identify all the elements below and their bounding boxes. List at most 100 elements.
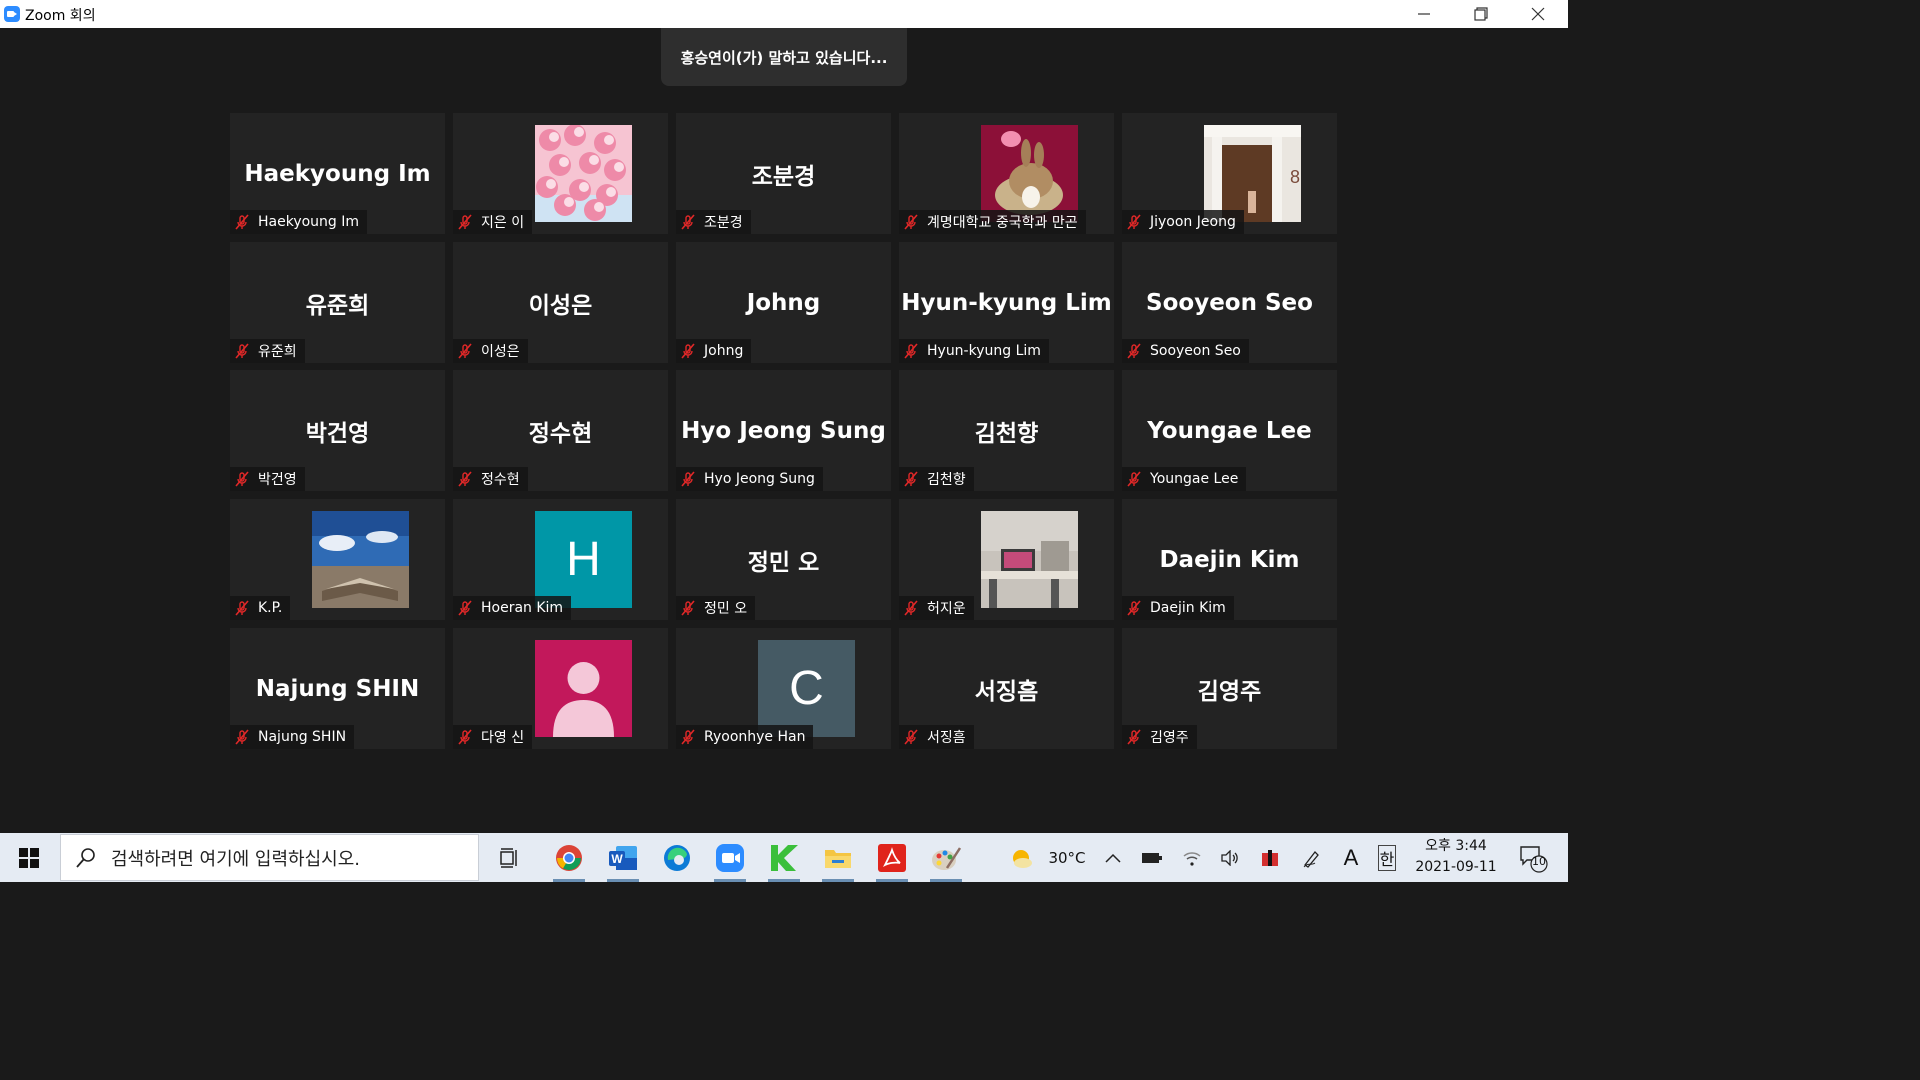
muted-mic-icon bbox=[235, 729, 249, 745]
participant-name-label: 다영 신 bbox=[453, 725, 533, 749]
participant-tile[interactable]: 김천향 김천향 bbox=[899, 370, 1114, 491]
muted-mic-icon bbox=[235, 600, 249, 616]
participant-name-label: K.P. bbox=[230, 596, 291, 620]
participant-tile[interactable]: 지은 이 bbox=[453, 113, 668, 234]
participant-name: 김영주 bbox=[1150, 730, 1189, 746]
muted-mic-icon bbox=[1127, 471, 1141, 487]
participant-name: Youngae Lee bbox=[1150, 471, 1239, 487]
security-app-icon bbox=[1262, 849, 1278, 866]
participant-name-label: 지은 이 bbox=[453, 210, 533, 234]
active-indicator bbox=[607, 879, 639, 882]
taskbar-search-box[interactable]: 검색하려면 여기에 입력하십시오. bbox=[60, 834, 479, 881]
participant-name: Sooyeon Seo bbox=[1150, 343, 1241, 359]
muted-mic-icon bbox=[904, 214, 918, 230]
participant-tile[interactable]: Johng Johng bbox=[676, 242, 891, 363]
participant-name: Ryoonhye Han bbox=[704, 729, 806, 745]
participant-tile[interactable]: Haekyoung Im Haekyoung Im bbox=[230, 113, 445, 234]
task-view-button[interactable] bbox=[486, 833, 534, 882]
participant-tile[interactable]: Sooyeon Seo Sooyeon Seo bbox=[1122, 242, 1337, 363]
volume-icon bbox=[1221, 849, 1238, 866]
participant-name: K.P. bbox=[258, 600, 283, 616]
show-hidden-icons-button[interactable] bbox=[1100, 833, 1126, 882]
participant-tile[interactable]: 김영주 김영주 bbox=[1122, 628, 1337, 749]
search-placeholder: 검색하려면 여기에 입력하십시오. bbox=[111, 848, 361, 870]
participant-tile[interactable]: Hyun-kyung Lim Hyun-kyung Lim bbox=[899, 242, 1114, 363]
participant-tile[interactable]: C Ryoonhye Han bbox=[676, 628, 891, 749]
participant-tile[interactable]: 서징흠 서징흠 bbox=[899, 628, 1114, 749]
participant-profile-picture bbox=[981, 511, 1078, 608]
muted-mic-icon bbox=[904, 471, 918, 487]
participant-name-label: Haekyoung Im bbox=[230, 210, 368, 234]
minimize-icon bbox=[1418, 13, 1430, 15]
participant-name: 유준희 bbox=[258, 344, 297, 360]
participant-profile-picture: 8 bbox=[1204, 125, 1301, 222]
start-button[interactable] bbox=[0, 833, 58, 882]
volume-tray-button[interactable] bbox=[1214, 833, 1246, 882]
participant-tile[interactable]: 조분경 조분경 bbox=[676, 113, 891, 234]
notification-center-button[interactable]: 10 bbox=[1508, 833, 1558, 882]
taskbar-clock[interactable]: 오후 3:44 2021-09-11 bbox=[1410, 836, 1502, 880]
edge-taskbar-button[interactable] bbox=[651, 833, 703, 882]
zoom-taskbar-button[interactable] bbox=[704, 833, 756, 882]
participant-tile[interactable]: 다영 신 bbox=[453, 628, 668, 749]
muted-mic-icon bbox=[681, 729, 695, 745]
participant-tile[interactable]: Youngae Lee Youngae Lee bbox=[1122, 370, 1337, 491]
participant-name-label: Najung SHIN bbox=[230, 725, 355, 749]
network-tray-button[interactable] bbox=[1176, 833, 1208, 882]
file-explorer-taskbar-button[interactable] bbox=[812, 833, 864, 882]
participant-name: Hyun-kyung Lim bbox=[927, 343, 1041, 359]
active-speaker-banner: 홍승연이(가) 말하고 있습니다... bbox=[661, 28, 907, 86]
acrobat-taskbar-button[interactable] bbox=[866, 833, 918, 882]
participant-tile[interactable]: K.P. bbox=[230, 499, 445, 620]
participant-tile[interactable]: H Hoeran Kim bbox=[453, 499, 668, 620]
word-taskbar-button[interactable]: W bbox=[597, 833, 649, 882]
participant-name-label: Daejin Kim bbox=[1122, 596, 1234, 620]
participant-name-label: 김천향 bbox=[899, 467, 974, 491]
weather-widget[interactable]: 30°C bbox=[1002, 833, 1092, 882]
participant-tile[interactable]: Daejin Kim Daejin Kim bbox=[1122, 499, 1337, 620]
participant-tile[interactable]: 유준희 유준희 bbox=[230, 242, 445, 363]
participant-tile[interactable]: Najung SHIN Najung SHIN bbox=[230, 628, 445, 749]
participant-tile[interactable]: 이성은 이성은 bbox=[453, 242, 668, 363]
paint-taskbar-button[interactable] bbox=[920, 833, 972, 882]
active-indicator bbox=[930, 879, 962, 882]
participant-tile[interactable]: 계명대학교 중국학과 만곤 bbox=[899, 113, 1114, 234]
muted-mic-icon bbox=[1127, 343, 1141, 359]
participant-name-label: Hoeran Kim bbox=[453, 596, 572, 620]
participant-name: 다영 신 bbox=[481, 730, 525, 746]
muted-mic-icon bbox=[458, 600, 472, 616]
participant-tile[interactable]: 정수현 정수현 bbox=[453, 370, 668, 491]
participant-name: 허지운 bbox=[927, 601, 966, 617]
participant-tile[interactable]: 8 Jiyoon Jeong bbox=[1122, 113, 1337, 234]
restore-icon bbox=[1474, 7, 1488, 21]
pen-tray-button[interactable] bbox=[1296, 833, 1328, 882]
active-indicator bbox=[714, 879, 746, 882]
participant-name: Daejin Kim bbox=[1150, 600, 1226, 616]
participant-tile[interactable]: Hyo Jeong Sung Hyo Jeong Sung bbox=[676, 370, 891, 491]
participant-name: 박건영 bbox=[258, 472, 297, 488]
app-tray-button[interactable] bbox=[1254, 833, 1286, 882]
participant-tile[interactable]: 허지운 bbox=[899, 499, 1114, 620]
participant-name: 정수현 bbox=[481, 472, 520, 488]
muted-mic-icon bbox=[1127, 600, 1141, 616]
participant-name-label: Ryoonhye Han bbox=[676, 725, 814, 749]
restore-button[interactable] bbox=[1452, 0, 1510, 28]
ime-language-button[interactable]: 한 bbox=[1372, 833, 1402, 882]
clock-date: 2021-09-11 bbox=[1415, 859, 1497, 875]
zoom-icon bbox=[716, 843, 744, 872]
minimize-button[interactable] bbox=[1395, 0, 1453, 28]
participant-name-label: Hyun-kyung Lim bbox=[899, 339, 1049, 363]
muted-mic-icon bbox=[681, 214, 695, 230]
battery-tray-button[interactable] bbox=[1136, 833, 1168, 882]
muted-mic-icon bbox=[1127, 729, 1141, 745]
participant-tile[interactable]: 정민 오 정민 오 bbox=[676, 499, 891, 620]
chrome-icon bbox=[556, 844, 582, 871]
svg-text:W: W bbox=[611, 852, 623, 866]
close-button[interactable] bbox=[1509, 0, 1567, 28]
kakaotalk-taskbar-button[interactable] bbox=[758, 833, 810, 882]
ime-mode-button[interactable]: A bbox=[1337, 833, 1365, 882]
participant-tile[interactable]: 박건영 박건영 bbox=[230, 370, 445, 491]
participant-initial: H bbox=[566, 533, 601, 586]
task-view-icon bbox=[500, 847, 517, 868]
chrome-taskbar-button[interactable] bbox=[543, 833, 595, 882]
